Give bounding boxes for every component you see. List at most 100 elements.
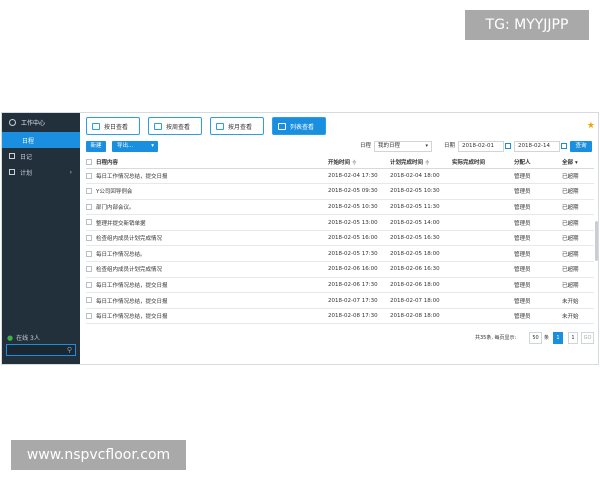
- row-checkbox[interactable]: [86, 250, 92, 257]
- tab-list-view[interactable]: 列表查看: [272, 117, 326, 135]
- star-icon[interactable]: ★: [587, 121, 595, 131]
- content-cell[interactable]: Y公司回导例会: [96, 183, 328, 200]
- tab-label: 列表查看: [290, 123, 315, 131]
- page-number-input[interactable]: 1: [568, 332, 578, 344]
- table-scrollbar[interactable]: [595, 221, 598, 261]
- sidebar-item-schedule[interactable]: 日程: [2, 132, 80, 148]
- date-filter-label: 日期: [444, 143, 456, 149]
- table-row[interactable]: 整理并提交新销单据 2018-02-05 13:00 2018-02-05 14:0…: [86, 214, 594, 231]
- row-checkbox[interactable]: [86, 188, 92, 195]
- table-row[interactable]: 每日工作情况总结，提交日报 2018-02-07 17:30 2018-02-07 …: [86, 292, 594, 309]
- sidebar-item-diary[interactable]: 日记: [2, 148, 80, 164]
- table-row[interactable]: Y公司回导例会 2018-02-05 09:30 2018-02-05 10:30 管…: [86, 183, 594, 200]
- tab-week-view[interactable]: 按周查看: [148, 117, 202, 135]
- actual-end-cell: [452, 199, 514, 216]
- sidebar-search-input[interactable]: ⚲: [6, 344, 76, 356]
- diary-icon: [9, 153, 15, 159]
- search-icon[interactable]: ⚲: [67, 345, 72, 356]
- assignee-cell: 管理员: [514, 261, 562, 278]
- row-select-cell: [86, 183, 96, 200]
- col-header-start[interactable]: 开始时间 ≑: [328, 156, 390, 169]
- tab-day-view[interactable]: 按日查看: [86, 117, 140, 135]
- schedule-select[interactable]: 我的日程 ▾: [374, 141, 432, 152]
- content-cell[interactable]: 整理并提交新销单据: [96, 214, 328, 231]
- content-cell[interactable]: 每日工作情况总结，提交日报: [96, 277, 328, 294]
- start-time-cell: 2018-02-08 17:30: [328, 308, 390, 325]
- schedule-table: 日程内容 开始时间 ≑ 计划完成时间 ≑ 实际完成时间 分配人 全部 ▾ 每日工作情…: [86, 156, 594, 325]
- row-checkbox[interactable]: [86, 297, 92, 304]
- table-row[interactable]: 每日工作情况总结。 2018-02-05 17:30 2018-02-05 18:0…: [86, 245, 594, 263]
- table-row[interactable]: 每日工作情况总结，提交日报 2018-02-06 17:30 2018-02-06 …: [86, 277, 594, 294]
- date-to-input[interactable]: 2018-02-14: [514, 141, 567, 152]
- workcenter-icon: [9, 119, 16, 126]
- page-size-select[interactable]: 50: [529, 332, 542, 344]
- row-checkbox[interactable]: [86, 266, 92, 273]
- planned-end-cell: 2018-02-05 10:30: [390, 183, 452, 200]
- start-time-cell: 2018-02-04 17:30: [328, 168, 390, 185]
- status-filter-label: 全部: [562, 159, 574, 166]
- app-window: 工作中心 日程 日记 计划 › ● 在线 3人 ⚲ 按日查看 按周查看 按月查看…: [1, 112, 599, 365]
- start-time-cell: 2018-02-05 09:30: [328, 183, 390, 200]
- content-cell[interactable]: 每日工作情况总结，提交日报: [96, 292, 328, 309]
- planned-end-cell: 2018-02-06 16:30: [390, 261, 452, 278]
- content-cell[interactable]: 部门内部会议。: [96, 199, 328, 216]
- planned-end-cell: 2018-02-05 16:30: [390, 230, 452, 247]
- row-checkbox[interactable]: [86, 281, 92, 288]
- planned-end-cell: 2018-02-05 18:00: [390, 245, 452, 263]
- toolbar: 新建 导出... ▾ 日程 我的日程 ▾ 日期 2018-02-01 2018-…: [86, 141, 594, 153]
- sort-icon: ≑: [352, 159, 357, 166]
- content-cell[interactable]: 检查组内成员计划完成情况: [96, 261, 328, 278]
- table-row[interactable]: 每日工作情况总结，提交日报 2018-02-04 17:30 2018-02-04 …: [86, 168, 594, 185]
- assignee-cell: 管理员: [514, 168, 562, 185]
- select-all-checkbox[interactable]: [86, 158, 92, 165]
- start-time-cell: 2018-02-05 13:00: [328, 214, 390, 231]
- status-cell: 已超期: [562, 214, 594, 231]
- page-button-current[interactable]: 1: [553, 332, 563, 344]
- new-button[interactable]: 新建: [86, 141, 106, 152]
- planned-end-cell: 2018-02-08 18:00: [390, 308, 452, 325]
- date-to-value: 2018-02-14: [518, 143, 550, 149]
- row-checkbox[interactable]: [86, 234, 92, 241]
- start-time-cell: 2018-02-07 17:30: [328, 292, 390, 309]
- table-row[interactable]: 部门内部会议。 2018-02-05 10:30 2018-02-05 11:30 管…: [86, 199, 594, 216]
- content-cell[interactable]: 每日工作情况总结，提交日报: [96, 308, 328, 325]
- calendar-week-icon: [154, 122, 162, 130]
- tab-month-view[interactable]: 按月查看: [210, 117, 264, 135]
- table-row[interactable]: 检查组内成员计划完成情况 2018-02-06 16:00 2018-02-06 1…: [86, 261, 594, 278]
- calendar-day-icon: [92, 122, 100, 130]
- export-button[interactable]: 导出... ▾: [112, 141, 158, 152]
- go-button[interactable]: GO: [581, 332, 594, 344]
- assignee-cell: 管理员: [514, 308, 562, 325]
- content-cell[interactable]: 检查组内成员计划完成情况: [96, 230, 328, 247]
- actual-end-cell: [452, 277, 514, 294]
- sidebar-item-label: 日程: [22, 137, 35, 145]
- content-cell[interactable]: 每日工作情况总结，提交日报: [96, 168, 328, 185]
- row-select-cell: [86, 292, 96, 309]
- row-checkbox[interactable]: [86, 219, 92, 226]
- actual-end-cell: [452, 292, 514, 309]
- status-filter[interactable]: 全部 ▾: [562, 156, 594, 169]
- view-tabs: 按日查看 按周查看 按月查看 列表查看: [86, 117, 326, 135]
- content-cell[interactable]: 每日工作情况总结。: [96, 245, 328, 263]
- table-row[interactable]: 检查组内成员计划完成情况 2018-02-05 16:00 2018-02-05 1…: [86, 230, 594, 247]
- col-header-label: 开始时间: [328, 159, 351, 166]
- calendar-icon[interactable]: [561, 143, 567, 149]
- query-button[interactable]: 查询: [570, 141, 592, 152]
- row-checkbox[interactable]: [86, 203, 92, 210]
- online-status[interactable]: ● 在线 3人: [7, 333, 40, 343]
- col-header-planned-end[interactable]: 计划完成时间 ≑: [390, 156, 452, 169]
- sidebar-item-plan[interactable]: 计划 ›: [2, 164, 80, 180]
- calendar-icon[interactable]: [505, 143, 511, 149]
- table-row[interactable]: 每日工作情况总结，提交日报 2018-02-08 17:30 2018-02-08 …: [86, 308, 594, 325]
- row-select-cell: [86, 168, 96, 185]
- row-checkbox[interactable]: [86, 172, 92, 179]
- sidebar-header[interactable]: 工作中心: [2, 113, 80, 132]
- sidebar-item-label: 计划: [20, 169, 33, 177]
- export-label: 导出...: [117, 143, 134, 149]
- online-count: 在线 3人: [16, 335, 40, 342]
- pagination: 共35条, 每页显示: 50 条 1 1 GO: [475, 332, 598, 344]
- date-from-input[interactable]: 2018-02-01: [458, 141, 511, 152]
- row-checkbox[interactable]: [86, 312, 92, 319]
- assignee-cell: 管理员: [514, 292, 562, 309]
- actual-end-cell: [452, 245, 514, 263]
